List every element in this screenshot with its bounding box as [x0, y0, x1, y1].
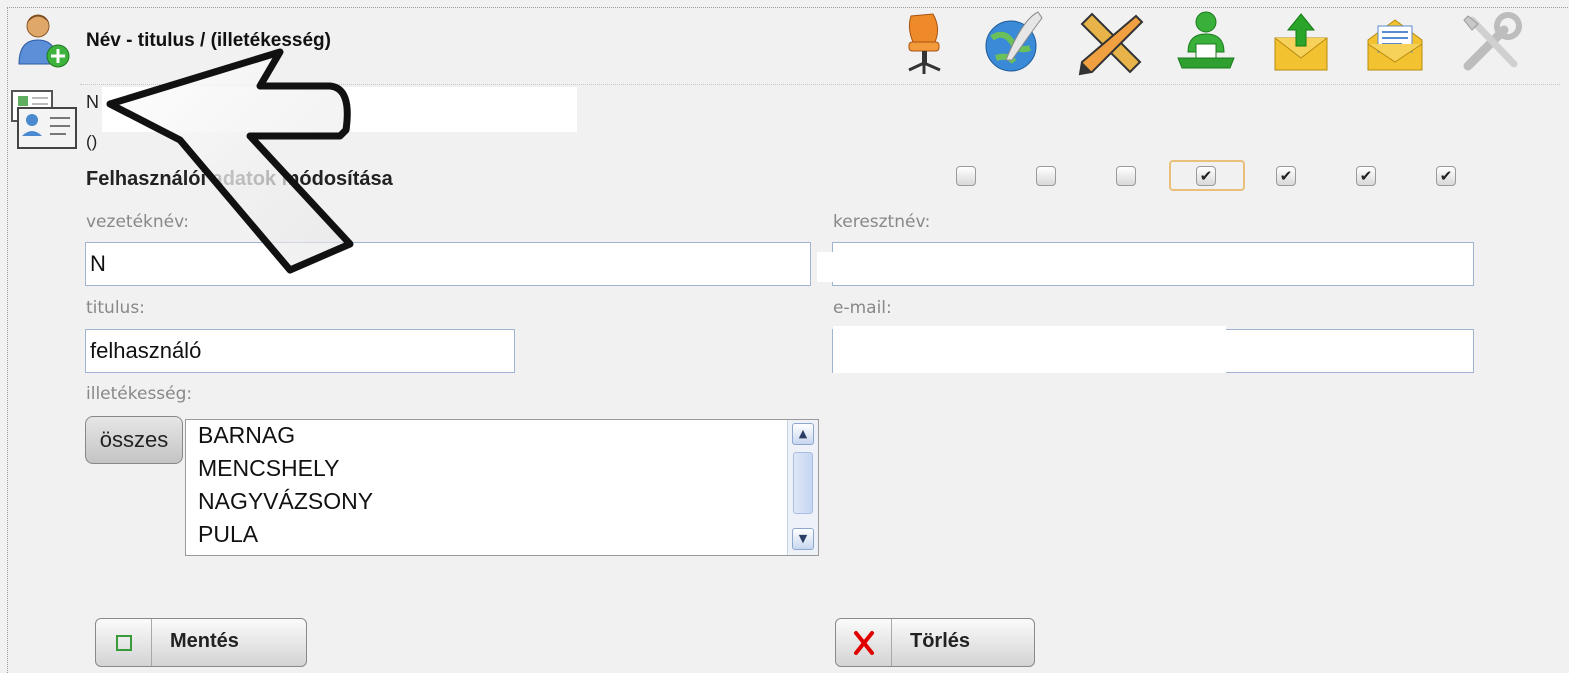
user-desk-icon[interactable]	[1174, 8, 1238, 74]
list-item[interactable]: MENCSHELY	[198, 455, 339, 482]
contact-card-icon	[11, 90, 77, 149]
scroll-up-icon[interactable]: ▲	[792, 423, 814, 445]
permission-checkbox-1[interactable]	[956, 166, 976, 186]
mail-upload-icon[interactable]	[1272, 12, 1330, 72]
list-item[interactable]: BARNAG	[198, 422, 295, 449]
permission-checkbox-3[interactable]	[1116, 166, 1136, 186]
permission-checkbox-7[interactable]: ✔	[1436, 166, 1456, 186]
globe-quill-icon[interactable]	[982, 8, 1044, 76]
user-name: N	[86, 92, 99, 112]
select-all-button[interactable]: összes	[85, 416, 183, 464]
add-user-icon	[18, 14, 70, 68]
tools-icon[interactable]	[1458, 10, 1524, 76]
list-item[interactable]: NAGYVÁZSONY	[198, 488, 373, 515]
delete-button-label: Törlés	[910, 630, 971, 652]
scrollbar-thumb[interactable]	[793, 452, 813, 514]
office-chair-icon[interactable]	[897, 8, 955, 78]
save-button[interactable]: Mentés	[95, 618, 307, 667]
permission-checkbox-4[interactable]: ✔	[1196, 166, 1216, 186]
first-name-label: keresztnév:	[833, 212, 931, 232]
save-checkbox-icon	[116, 635, 132, 651]
permission-checkbox-6[interactable]: ✔	[1356, 166, 1376, 186]
delete-x-icon	[854, 631, 874, 655]
jurisdiction-label: illetékesség:	[86, 384, 193, 404]
delete-button[interactable]: Törlés	[835, 618, 1035, 667]
user-jurisdiction-summary: ()	[86, 132, 98, 151]
jurisdiction-listbox[interactable]: BARNAG MENCSHELY NAGYVÁZSONY PULA ▲ ▼	[185, 419, 819, 556]
mail-open-icon[interactable]	[1364, 14, 1426, 72]
scroll-down-icon[interactable]: ▼	[792, 528, 814, 550]
title-label: titulus:	[86, 298, 145, 318]
email-label: e-mail:	[833, 298, 892, 318]
permission-checkbox-5[interactable]: ✔	[1276, 166, 1296, 186]
redaction-patch	[817, 252, 835, 282]
pencil-ruler-icon[interactable]	[1074, 6, 1146, 78]
annotation-arrow-icon	[106, 48, 354, 274]
listbox-scrollbar[interactable]: ▲ ▼	[787, 420, 818, 555]
first-name-field[interactable]	[832, 242, 1474, 286]
list-item[interactable]: PULA	[198, 521, 258, 548]
save-button-label: Mentés	[170, 630, 239, 652]
redacted-email	[833, 326, 1226, 373]
title-field[interactable]: felhasználó	[85, 329, 515, 373]
permission-checkbox-2[interactable]	[1036, 166, 1056, 186]
